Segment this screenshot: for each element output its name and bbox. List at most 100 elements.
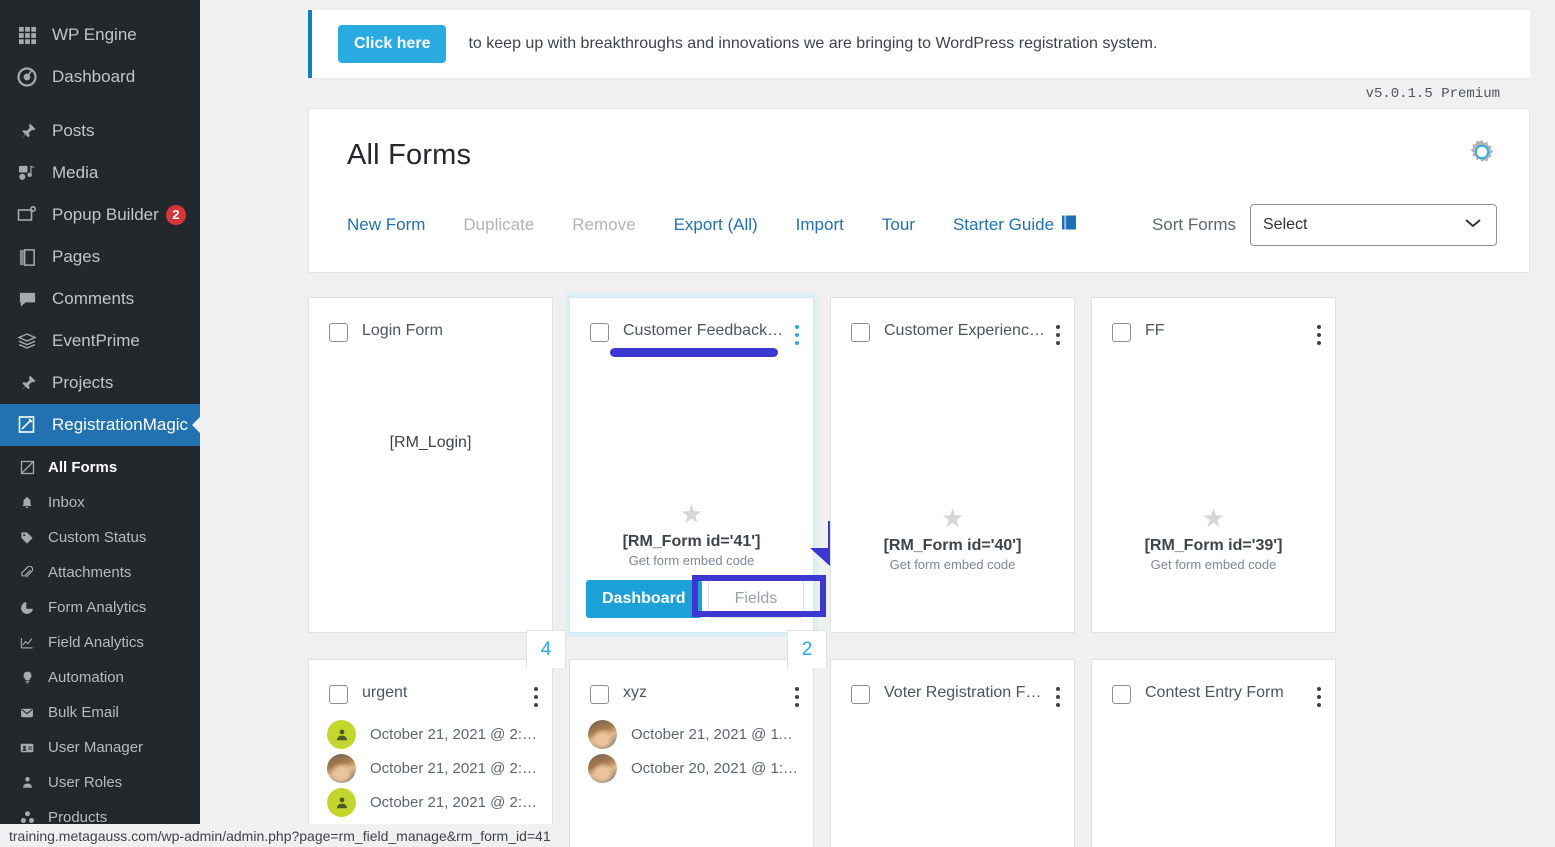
sidebar-item-bulk-email[interactable]: Bulk Email	[0, 695, 200, 730]
sidebar-item-pages[interactable]: Pages	[0, 236, 200, 278]
entry-count-badge: 2	[787, 630, 827, 668]
comments-icon	[14, 288, 40, 310]
sidebar-item-label: Pages	[52, 247, 101, 266]
form-checkbox[interactable]	[329, 685, 348, 704]
sidebar-item-all-forms[interactable]: All Forms	[0, 450, 200, 485]
card-menu-icon[interactable]	[1056, 325, 1060, 345]
form-card-login[interactable]: Login Form [RM_Login]	[308, 297, 553, 633]
duplicate-link[interactable]: Duplicate	[463, 215, 534, 235]
chevron-down-icon	[1464, 216, 1482, 234]
sidebar-item-label: Form Analytics	[48, 599, 147, 616]
pin-icon	[14, 120, 40, 142]
card-menu-icon[interactable]	[795, 687, 799, 707]
sidebar-item-label: Custom Status	[48, 529, 147, 546]
sidebar-item-label: Dashboard	[52, 67, 136, 86]
sidebar-item-label: Bulk Email	[48, 704, 119, 721]
form-checkbox[interactable]	[1112, 323, 1131, 342]
form-checkbox[interactable]	[1112, 685, 1131, 704]
forms-actions-row: New Form Duplicate Remove Export (All) I…	[347, 204, 1497, 246]
pin-icon	[14, 372, 40, 394]
avatar	[327, 788, 356, 817]
form-checkbox[interactable]	[329, 323, 348, 342]
list-item[interactable]: October 21, 2021 @ 2:08 pm	[309, 783, 552, 817]
form-name: urgent	[362, 684, 408, 701]
form-card-customer-feedback[interactable]: Customer Feedback F... ★ [RM_Form id='41…	[569, 297, 872, 633]
forms-grid-row-2: 4 urgent October 21, 2021 @ 2:16 pm Octo…	[308, 630, 1530, 847]
avatar	[327, 754, 356, 783]
list-item[interactable]: October 21, 2021 @ 11:21 a...	[570, 715, 813, 749]
tour-link[interactable]: Tour	[882, 215, 915, 235]
registrationmagic-icon	[14, 414, 40, 436]
avatar	[588, 720, 617, 749]
card-header: Login Form	[309, 298, 552, 342]
sidebar-item-comments[interactable]: Comments	[0, 278, 200, 320]
click-here-button[interactable]: Click here	[338, 25, 447, 63]
fields-button[interactable]: Fields	[707, 580, 805, 618]
entry-date: October 20, 2021 @ 1:55 pm	[631, 760, 799, 777]
favorite-star-icon[interactable]: ★	[843, 505, 1062, 531]
sidebar-item-dashboard[interactable]: Dashboard	[0, 56, 200, 98]
form-card-voter-registration[interactable]: Voter Registration For...	[830, 659, 1075, 847]
sort-forms-group: Sort Forms Select	[1152, 204, 1497, 246]
line-chart-icon	[16, 632, 38, 654]
envelope-icon	[16, 702, 38, 724]
sidebar-item-inbox[interactable]: Inbox	[0, 485, 200, 520]
form-card-contest-entry[interactable]: Contest Entry Form	[1091, 659, 1336, 847]
card-header: xyz	[570, 660, 813, 707]
remove-link[interactable]: Remove	[572, 215, 635, 235]
form-checkbox[interactable]	[590, 685, 609, 704]
starter-guide-link[interactable]: Starter Guide	[953, 214, 1078, 236]
card-menu-icon[interactable]	[795, 325, 799, 345]
sidebar-item-user-roles[interactable]: User Roles	[0, 765, 200, 800]
form-embed-code: [RM_Form id='41']	[622, 533, 761, 550]
card-menu-icon[interactable]	[1317, 687, 1321, 707]
dashboard-button[interactable]: Dashboard	[586, 580, 702, 618]
sidebar-item-field-analytics[interactable]: Field Analytics	[0, 625, 200, 660]
form-card-ff[interactable]: FF ★ [RM_Form id='39'] Get form embed co…	[1091, 297, 1336, 633]
sidebar-item-attachments[interactable]: Attachments	[0, 555, 200, 590]
form-name: Contest Entry Form	[1145, 684, 1284, 701]
forms-header-panel: All Forms New Form Duplicate Remove Expo…	[308, 108, 1530, 273]
favorite-star-icon[interactable]: ★	[582, 501, 801, 527]
sidebar-item-custom-status[interactable]: Custom Status	[0, 520, 200, 555]
sort-forms-label: Sort Forms	[1151, 215, 1236, 234]
form-card-customer-experience[interactable]: Customer Experience ... ★ [RM_Form id='4…	[830, 297, 1075, 633]
dashboard-icon	[14, 66, 40, 88]
import-link[interactable]: Import	[796, 215, 844, 235]
list-item[interactable]: October 21, 2021 @ 2:15 pm	[309, 749, 552, 783]
form-embed-code: [RM_Form id='39']	[1144, 537, 1283, 554]
sidebar-item-eventprime[interactable]: EventPrime	[0, 320, 200, 362]
form-name: Customer Experience ...	[884, 322, 1048, 339]
sidebar-item-automation[interactable]: Automation	[0, 660, 200, 695]
card-menu-icon[interactable]	[1056, 687, 1060, 707]
sidebar-item-user-manager[interactable]: User Manager	[0, 730, 200, 765]
favorite-star-icon[interactable]: ★	[1104, 505, 1323, 531]
entry-date: October 21, 2021 @ 11:21 a...	[631, 726, 799, 743]
sidebar-item-projects[interactable]: Projects	[0, 362, 200, 404]
sidebar-item-label: RegistrationMagic	[52, 415, 189, 434]
sidebar-item-popup-builder[interactable]: Popup Builder 2	[0, 194, 200, 236]
gear-icon[interactable]	[1465, 135, 1499, 174]
sidebar-item-form-analytics[interactable]: Form Analytics	[0, 590, 200, 625]
list-item[interactable]: October 21, 2021 @ 2:16 pm	[309, 715, 552, 749]
export-all-link[interactable]: Export (All)	[674, 215, 758, 235]
sidebar-item-posts[interactable]: Posts	[0, 110, 200, 152]
sidebar-item-media[interactable]: Media	[0, 152, 200, 194]
card-header: Voter Registration For...	[831, 660, 1074, 707]
sidebar-item-wp-engine[interactable]: WP Engine	[0, 14, 200, 56]
list-item[interactable]: October 20, 2021 @ 1:55 pm	[570, 749, 813, 783]
form-card-xyz[interactable]: 2 xyz October 21, 2021 @ 11:21 a... Octo…	[569, 630, 827, 847]
card-menu-icon[interactable]	[534, 687, 538, 707]
form-card-urgent[interactable]: 4 urgent October 21, 2021 @ 2:16 pm Octo…	[308, 630, 566, 847]
form-checkbox[interactable]	[851, 323, 870, 342]
form-checkbox[interactable]	[851, 685, 870, 704]
sort-forms-select[interactable]: Select	[1250, 204, 1497, 246]
new-form-link[interactable]: New Form	[347, 215, 425, 235]
card-menu-icon[interactable]	[1317, 325, 1321, 345]
sidebar-item-label: User Roles	[48, 774, 123, 791]
form-embed-hint: Get form embed code	[628, 553, 755, 568]
form-checkbox[interactable]	[590, 323, 609, 342]
avatar	[588, 754, 617, 783]
sidebar-item-registrationmagic[interactable]: RegistrationMagic	[0, 404, 200, 446]
annotation-underline	[610, 348, 778, 357]
